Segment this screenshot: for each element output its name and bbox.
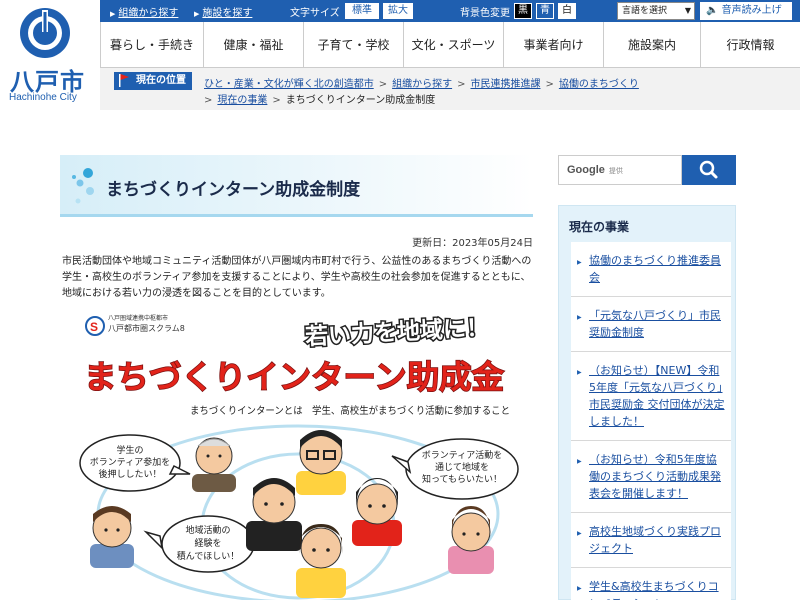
nav-item-childcare[interactable]: 子育て・学校 — [303, 22, 403, 68]
bg-color-label: 背景色変更 — [460, 8, 510, 19]
font-size-label: 文字サイズ — [290, 8, 340, 19]
page-title: まちづくりインターン助成金制度 — [106, 180, 361, 200]
bubble-3-line-2: 経験を — [194, 537, 221, 549]
poster-org-line-2: 八戸都市圏スクラム8 — [108, 323, 185, 333]
breadcrumb: 現在の位置 ひと・産業・文化が輝く北の創造都市 > 組織から探す > 市民連携推進課 > 協… — [100, 68, 800, 110]
nav-item-facilities[interactable]: 施設案内 — [603, 22, 700, 68]
search-brand: Google — [567, 164, 605, 176]
decorative-dots-icon — [72, 168, 94, 204]
breadcrumb-collaboration-link[interactable]: 協働のまちづくり — [559, 79, 639, 90]
speech-bubble-1: 学生の ボランティア参加を 後押ししたい！ — [79, 434, 191, 492]
language-select-label: 言語を選択 — [622, 6, 668, 16]
search-input[interactable]: Google 提供 — [558, 155, 682, 185]
bubble-3-line-1: 地域活動の — [185, 524, 230, 536]
page-title-box: まちづくりインターン助成金制度 — [60, 155, 533, 217]
bubble-1-line-2: ボランティア参加を — [90, 456, 170, 468]
poster-headline: まちづくりインターン助成金 — [84, 358, 505, 396]
site-search: Google 提供 — [558, 155, 736, 185]
man-illustration — [90, 506, 134, 568]
nav-item-culture[interactable]: 文化・スポーツ — [403, 22, 503, 68]
city-emblem-icon — [20, 8, 70, 58]
sidebar-item-incentive: 「元気な八戸づくり」市民奨励金制度 — [571, 297, 731, 352]
bg-white-button[interactable]: 白 — [558, 3, 576, 19]
poster-definition: まちづくりインターンとは 学生、高校生がまちづくり活動に参加すること — [190, 404, 510, 417]
main-navigation: 暮らし・手続き 健康・福祉 子育て・学校 文化・スポーツ 事業者向け 施設案内 … — [100, 22, 800, 68]
sidebar-item-highschool-project: 高校生地域づくり実践プロジェクト — [571, 513, 731, 568]
speaker-icon: 🔈 — [706, 5, 719, 16]
sidebar-link-competition[interactable]: 学生&高校生まちづくりコンペティション — [589, 580, 719, 600]
breadcrumb-division-link[interactable]: 市民連携推進課 — [470, 79, 540, 90]
search-icon — [699, 160, 718, 179]
read-aloud-label: 音声読み上げ — [721, 5, 782, 16]
sidebar-item-committee: 協働のまちづくり推進委員会 — [571, 242, 731, 297]
breadcrumb-org-link[interactable]: 組織から探す — [392, 79, 452, 90]
student-glasses-illustration — [296, 430, 346, 495]
intro-paragraph: 市民活動団体や地域コミュニティ活動団体が八戸圏域内市町村で行う、公益性のあるまち… — [62, 256, 532, 299]
bg-blue-button[interactable]: 青 — [536, 3, 554, 19]
bubble-3-line-3: 積んでほしい！ — [177, 550, 240, 562]
sidebar-item-competition: 学生&高校生まちづくりコンペティション — [571, 568, 731, 600]
sidebar-link-committee[interactable]: 協働のまちづくり推進委員会 — [589, 254, 721, 284]
breadcrumb-current-page: まちづくりインターン助成金制度 — [285, 95, 436, 106]
poster-graphic: S 八戸圏域連携中枢都市 八戸都市圏スクラム8 若い力を地域に！ まちづくりイン… — [79, 312, 519, 600]
student-boy-illustration — [246, 478, 302, 551]
search-by-organization-link[interactable]: 組織から探す — [110, 4, 178, 19]
language-select[interactable]: 言語を選択 ▼ — [617, 2, 695, 20]
nav-item-business[interactable]: 事業者向け — [503, 22, 603, 68]
breadcrumb-line-1: ひと・産業・文化が輝く北の創造都市 > 組織から探す > 市民連携推進課 > 協働のまちづく… — [204, 75, 639, 90]
sidebar-item-results-meeting: （お知らせ）令和5年度協働のまちづくり活動成果発表会を開催します！ — [571, 441, 731, 513]
nav-item-living[interactable]: 暮らし・手続き — [100, 22, 203, 68]
bubble-2-line-3: 知ってもらいたい！ — [422, 473, 502, 485]
breadcrumb-separator-icon: > — [545, 79, 554, 90]
woman-illustration — [448, 506, 494, 574]
sidebar-title: 現在の事業 — [569, 220, 630, 234]
breadcrumb-label: 現在の位置 — [114, 72, 192, 90]
poster-slogan: 若い力を地域に！ — [304, 314, 489, 351]
breadcrumb-label-text: 現在の位置 — [136, 75, 186, 86]
sidebar-current-projects: 現在の事業 協働のまちづくり推進委員会 「元気な八戸づくり」市民奨励金制度 （お… — [558, 205, 736, 600]
utility-bar: 組織から探す 施設を探す 文字サイズ 標準 拡大 背景色変更 黒 青 白 言語を… — [100, 0, 800, 22]
student-girl-illustration — [352, 478, 402, 546]
search-facility-link[interactable]: 施設を探す — [194, 4, 252, 19]
search-button[interactable] — [682, 155, 736, 185]
sidebar-list: 協働のまちづくり推進委員会 「元気な八戸づくり」市民奨励金制度 （お知らせ）【N… — [571, 242, 731, 600]
nav-item-administration[interactable]: 行政情報 — [700, 22, 800, 68]
bubble-1-line-1: 学生の — [116, 444, 143, 456]
site-logo[interactable]: 八戸市 Hachinohe City — [0, 0, 100, 124]
font-standard-button[interactable]: 標準 — [345, 3, 379, 19]
bg-black-button[interactable]: 黒 — [514, 3, 532, 19]
sidebar-link-grant-notice[interactable]: （お知らせ）【NEW】令和5年度「元気な八戸づくり」市民奨励金 交付団体が決定し… — [589, 364, 725, 428]
font-large-button[interactable]: 拡大 — [383, 3, 413, 19]
scrum8-logo: S — [85, 316, 105, 336]
speech-bubble-2: ボランティア活動を 通じて地域を 知ってもらいたい！ — [391, 438, 519, 500]
speech-bubble-3: 地域活動の 経験を 積んでほしい！ — [143, 515, 255, 573]
updated-date: 更新日：2023年05月24日 — [412, 238, 533, 249]
sidebar-link-highschool-project[interactable]: 高校生地域づくり実践プロジェクト — [589, 525, 721, 555]
poster-org-line-1: 八戸圏域連携中枢都市 — [108, 314, 168, 322]
breadcrumb-separator-icon: > — [204, 95, 213, 106]
svg-text:S: S — [90, 320, 98, 334]
breadcrumb-home-link[interactable]: ひと・産業・文化が輝く北の創造都市 — [204, 79, 374, 90]
chevron-down-icon: ▼ — [684, 6, 691, 15]
student-bob-hair-illustration — [296, 524, 346, 598]
city-name-english: Hachinohe City — [9, 92, 77, 103]
breadcrumb-separator-icon: > — [378, 79, 388, 90]
program-poster: S 八戸圏域連携中枢都市 八戸都市圏スクラム8 若い力を地域に！ まちづくりイン… — [62, 306, 534, 600]
nav-item-health[interactable]: 健康・福祉 — [203, 22, 303, 68]
breadcrumb-separator-icon: > — [457, 79, 466, 90]
bubble-2-line-1: ボランティア活動を — [422, 449, 502, 461]
sidebar-item-grant-notice: （お知らせ）【NEW】令和5年度「元気な八戸づくり」市民奨励金 交付団体が決定し… — [571, 352, 731, 441]
search-placeholder: 提供 — [608, 167, 623, 175]
bubble-2-line-2: 通じて地域を — [435, 461, 489, 473]
elder-man-illustration — [192, 437, 236, 492]
read-aloud-button[interactable]: 🔈 音声読み上げ — [700, 2, 792, 20]
bubble-1-line-3: 後押ししたい！ — [98, 468, 161, 480]
breadcrumb-line-2: > 現在の事業 > まちづくりインターン助成金制度 — [204, 91, 435, 106]
flag-icon — [119, 74, 129, 87]
sidebar-link-results-meeting[interactable]: （お知らせ）令和5年度協働のまちづくり活動成果発表会を開催します！ — [589, 453, 721, 500]
breadcrumb-current-projects-link[interactable]: 現在の事業 — [217, 95, 267, 106]
sidebar-link-incentive[interactable]: 「元気な八戸づくり」市民奨励金制度 — [589, 309, 721, 339]
breadcrumb-separator-icon: > — [272, 95, 281, 106]
